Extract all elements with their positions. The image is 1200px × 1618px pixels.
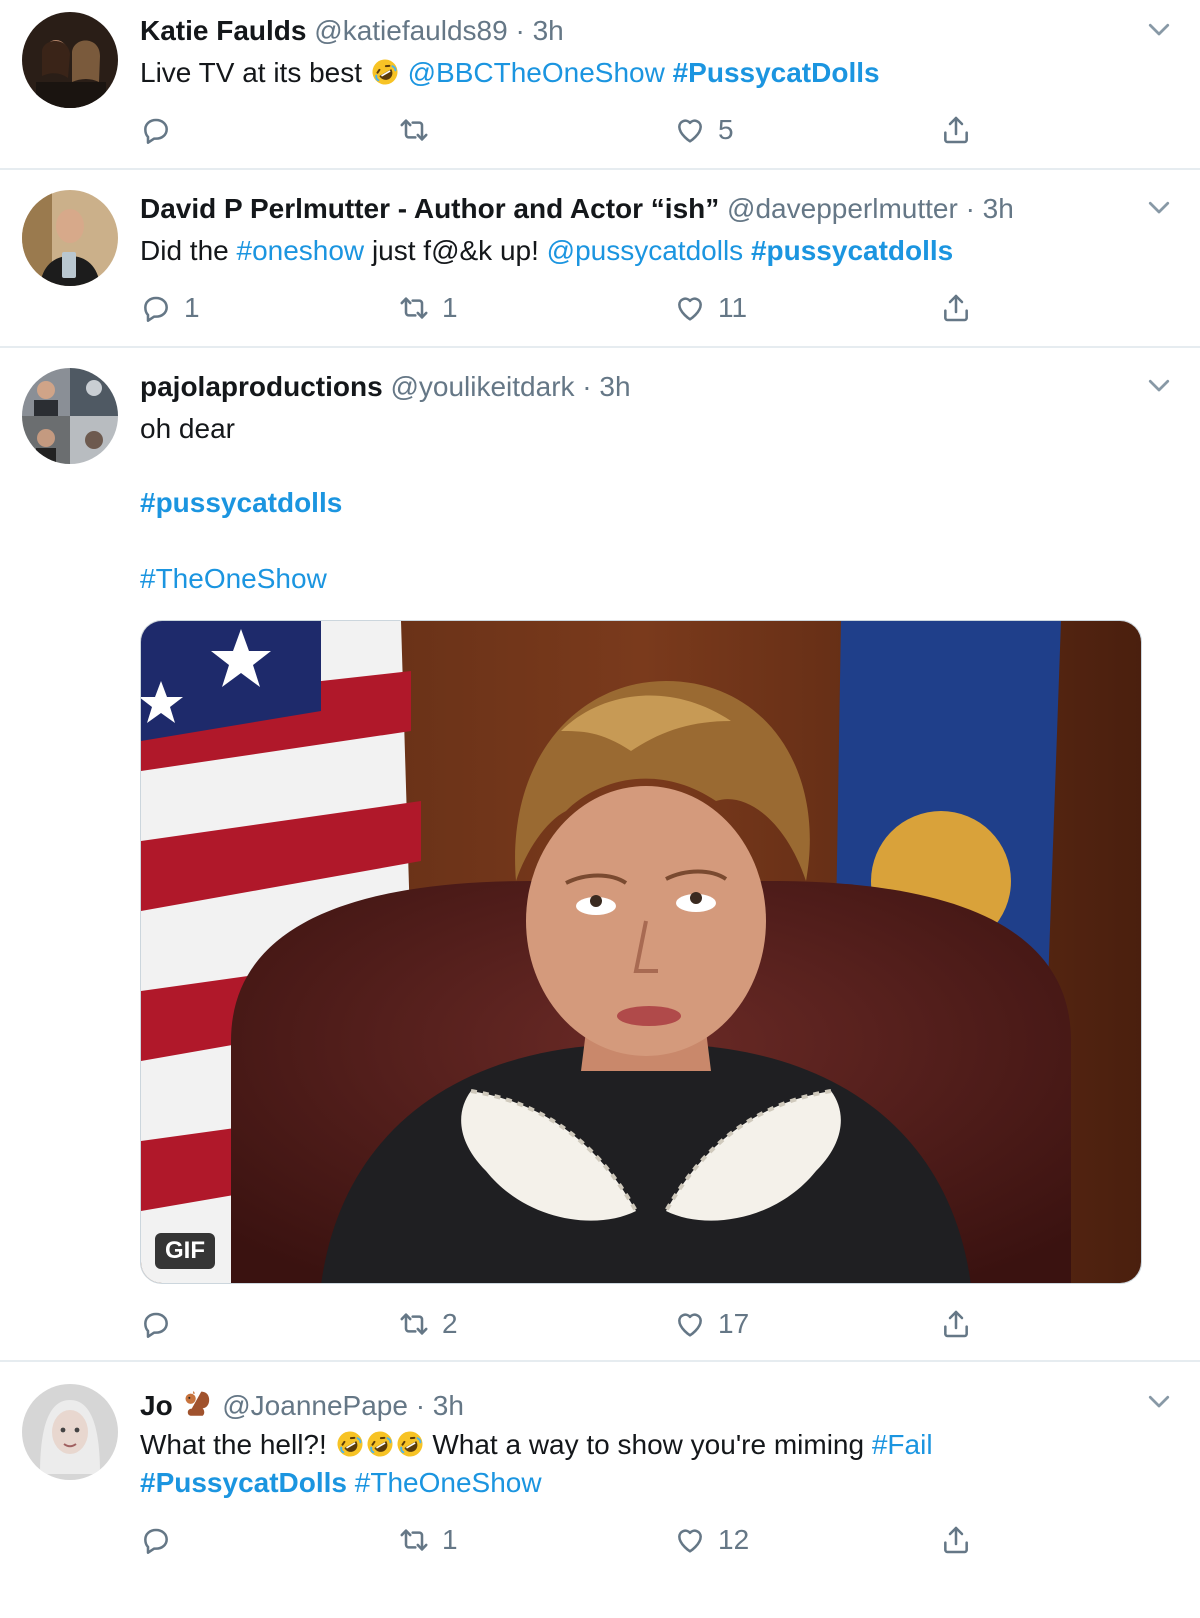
- hashtag-link[interactable]: #pussycatdolls: [751, 235, 953, 266]
- hashtag-link[interactable]: #oneshow: [237, 235, 365, 266]
- retweet-button[interactable]: 2: [398, 1304, 458, 1344]
- tweet-1[interactable]: Katie Faulds @katiefaulds89 · 3h Live TV…: [0, 0, 1200, 168]
- like-count: 11: [718, 292, 748, 323]
- rofl-emoji-icon: [365, 1429, 395, 1459]
- tweet-text: oh dear: [140, 413, 235, 444]
- chevron-down-icon[interactable]: [1144, 370, 1174, 400]
- share-button[interactable]: [940, 110, 972, 150]
- avatar[interactable]: [22, 190, 118, 286]
- gif-image: [141, 621, 1141, 1283]
- tweet-3[interactable]: pajolaproductions @youlikeitdark · 3h oh…: [0, 348, 1200, 1360]
- retweet-count: 1: [442, 292, 458, 323]
- tweet-text: just f@&k up!: [371, 235, 539, 266]
- tweet-text: Live TV at its best: [140, 57, 363, 88]
- share-button[interactable]: [940, 1304, 972, 1344]
- author-handle[interactable]: @davepperlmutter · 3h: [727, 193, 1014, 224]
- author-name[interactable]: Katie Faulds: [140, 15, 306, 46]
- avatar[interactable]: [22, 1384, 118, 1480]
- like-button[interactable]: 5: [674, 110, 734, 150]
- retweet-button[interactable]: 1: [398, 288, 458, 328]
- reply-button[interactable]: [140, 1520, 184, 1560]
- reply-icon: [140, 1308, 172, 1340]
- reply-button[interactable]: [140, 1304, 184, 1344]
- like-button[interactable]: 17: [674, 1304, 749, 1344]
- author-handle[interactable]: @JoannePape · 3h: [222, 1390, 464, 1421]
- like-count: 17: [718, 1308, 750, 1339]
- squirrel-emoji-icon: [180, 1386, 214, 1420]
- heart-icon: [674, 1524, 706, 1556]
- chevron-down-icon[interactable]: [1144, 192, 1174, 222]
- hashtag-link[interactable]: #TheOneShow: [140, 563, 327, 594]
- retweet-count: 2: [442, 1308, 458, 1339]
- hashtag-link[interactable]: #Fail: [872, 1429, 933, 1460]
- heart-icon: [674, 292, 706, 324]
- avatar[interactable]: [22, 368, 118, 464]
- mention-link[interactable]: @BBCTheOneShow: [408, 57, 665, 88]
- rofl-emoji-icon: [370, 57, 400, 87]
- reply-icon: [140, 114, 172, 146]
- share-icon: [940, 292, 972, 324]
- hashtag-link[interactable]: #pussycatdolls: [140, 487, 342, 518]
- retweet-icon: [398, 114, 430, 146]
- share-button[interactable]: [940, 1520, 972, 1560]
- author-name[interactable]: pajolaproductions: [140, 371, 383, 402]
- retweet-icon: [398, 1524, 430, 1556]
- heart-icon: [674, 114, 706, 146]
- gif-badge: GIF: [155, 1233, 215, 1269]
- retweet-count: 1: [442, 1524, 458, 1555]
- share-icon: [940, 114, 972, 146]
- reply-button[interactable]: [140, 110, 184, 150]
- author-name[interactable]: Jo: [140, 1390, 173, 1421]
- share-button[interactable]: [940, 288, 972, 328]
- hashtag-link[interactable]: #PussycatDolls: [140, 1467, 347, 1498]
- tweet-2[interactable]: David P Perlmutter - Author and Actor “i…: [0, 170, 1200, 346]
- share-icon: [940, 1524, 972, 1556]
- tweet-text: What a way to show you're miming: [432, 1429, 865, 1460]
- hashtag-link[interactable]: #PussycatDolls: [673, 57, 880, 88]
- retweet-icon: [398, 292, 430, 324]
- retweet-icon: [398, 1308, 430, 1340]
- rofl-emoji-icon: [335, 1429, 365, 1459]
- like-count: 5: [718, 114, 734, 145]
- like-button[interactable]: 11: [674, 288, 747, 328]
- author-handle[interactable]: @youlikeitdark · 3h: [390, 371, 630, 402]
- like-count: 12: [718, 1524, 750, 1555]
- rofl-emoji-icon: [395, 1429, 425, 1459]
- retweet-button[interactable]: [398, 110, 442, 150]
- hashtag-link[interactable]: #TheOneShow: [355, 1467, 542, 1498]
- reply-button[interactable]: 1: [140, 288, 200, 328]
- reply-icon: [140, 292, 172, 324]
- heart-icon: [674, 1308, 706, 1340]
- mention-link[interactable]: @pussycatdolls: [547, 235, 744, 266]
- like-button[interactable]: 12: [674, 1520, 749, 1560]
- avatar[interactable]: [22, 12, 118, 108]
- share-icon: [940, 1308, 972, 1340]
- retweet-button[interactable]: 1: [398, 1520, 458, 1560]
- tweet-text: Did the: [140, 235, 229, 266]
- reply-count: 1: [184, 292, 200, 323]
- tweet-4[interactable]: Jo @JoannePape · 3h What the hell?! What…: [0, 1362, 1200, 1618]
- tweet-text: What the hell?!: [140, 1429, 327, 1460]
- author-name[interactable]: David P Perlmutter - Author and Actor “i…: [140, 193, 719, 224]
- gif-media[interactable]: GIF: [140, 620, 1142, 1284]
- chevron-down-icon[interactable]: [1144, 14, 1174, 44]
- author-handle[interactable]: @katiefaulds89 · 3h: [314, 15, 563, 46]
- reply-icon: [140, 1524, 172, 1556]
- chevron-down-icon[interactable]: [1144, 1386, 1174, 1416]
